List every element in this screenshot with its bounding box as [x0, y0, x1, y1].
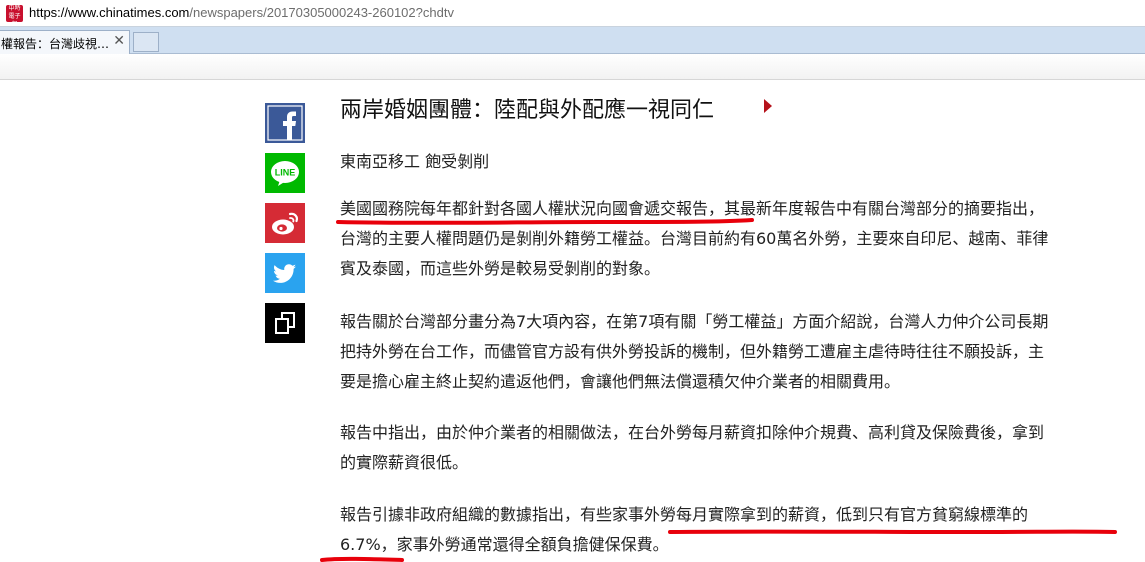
related-article-headline[interactable]: 兩岸婚姻團體：陸配與外配應一視同仁	[340, 92, 714, 124]
paragraph-line: 報告引據非政府組織的數據指出，有些家事外勞每月實際拿到的薪資，低到只有官方貧窮線…	[340, 505, 1029, 524]
url-scheme: https://www.	[29, 5, 100, 20]
paragraph-line: 6.7%，家事外勞通常還得全額負擔健保保費。	[340, 535, 669, 554]
line-icon-label: LINE	[275, 168, 296, 178]
twitter-icon	[265, 253, 305, 293]
address-bar[interactable]: 中時電子報 https://www.chinatimes.com/newspap…	[0, 0, 1145, 27]
paragraph-line: 台灣的主要人權問題仍是剝削外籍勞工權益。台灣目前約有60萬名外勞，主要來自印尼、…	[340, 229, 1049, 248]
tab-strip: 權報告：台灣歧視… ✕	[0, 27, 1145, 54]
page-top-bar	[0, 54, 1145, 80]
line-share-button[interactable]: LINE	[265, 153, 305, 193]
tab-article[interactable]: 權報告：台灣歧視… ✕	[0, 30, 130, 54]
paragraph-line: 美國國務院每年都針對各國人權狀況向國會遞交報告，其最新年度報告中有關台灣部分的摘…	[340, 199, 1045, 218]
paragraph-line: 報告中指出，由於仲介業者的相關做法，在台外勞每月薪資扣除仲介規費、高利貸及保險費…	[340, 423, 1045, 442]
new-tab-button[interactable]	[133, 32, 159, 52]
headline-arrow-icon[interactable]	[764, 99, 772, 113]
article-subtitle: 東南亞移工 飽受剝削	[340, 152, 490, 171]
paragraph-line: 賓及泰國，而這些外勞是較易受剝削的對象。	[340, 259, 661, 278]
browser-window: 中時電子報 https://www.chinatimes.com/newspap…	[0, 0, 1145, 562]
twitter-share-button[interactable]	[265, 253, 305, 293]
facebook-icon	[265, 103, 305, 143]
paragraph-line: 報告關於台灣部分畫分為7大項內容，在第7項有關「勞工權益」方面介紹說，台灣人力仲…	[340, 312, 1049, 331]
paragraph-line: 的實際薪資很低。	[340, 453, 469, 472]
paragraph-4: 報告引據非政府組織的數據指出，有些家事外勞每月實際拿到的薪資，低到只有官方貧窮線…	[340, 500, 1136, 560]
url-host: chinatimes.com	[99, 5, 190, 20]
facebook-share-button[interactable]	[265, 103, 305, 143]
copy-icon	[265, 303, 305, 343]
paragraph-2: 報告關於台灣部分畫分為7大項內容，在第7項有關「勞工權益」方面介紹說，台灣人力仲…	[340, 307, 1136, 397]
line-icon: LINE	[265, 153, 305, 193]
site-favicon: 中時電子報	[6, 5, 23, 22]
paragraph-line: 把持外勞在台工作，而儘管官方設有供外勞投訴的機制，但外籍勞工遭雇主虐待時往往不願…	[340, 342, 1045, 361]
paragraph-3: 報告中指出，由於仲介業者的相關做法，在台外勞每月薪資扣除仲介規費、高利貸及保險費…	[340, 418, 1136, 478]
copy-link-button[interactable]	[265, 303, 305, 343]
url-path: /newspapers/20170305000243-260102?chdtv	[189, 5, 454, 20]
tab-close-icon[interactable]: ✕	[113, 33, 125, 49]
weibo-share-button[interactable]	[265, 203, 305, 243]
paragraph-line: 要是擔心雇主終止契約遣返他們，會讓他們無法償還積欠仲介業者的相關費用。	[340, 372, 901, 391]
tab-title: 權報告：台灣歧視…	[1, 37, 110, 51]
weibo-icon	[265, 203, 305, 243]
url-text[interactable]: https://www.chinatimes.com/newspapers/20…	[29, 5, 454, 20]
paragraph-1: 美國國務院每年都針對各國人權狀況向國會遞交報告，其最新年度報告中有關台灣部分的摘…	[340, 194, 1136, 284]
